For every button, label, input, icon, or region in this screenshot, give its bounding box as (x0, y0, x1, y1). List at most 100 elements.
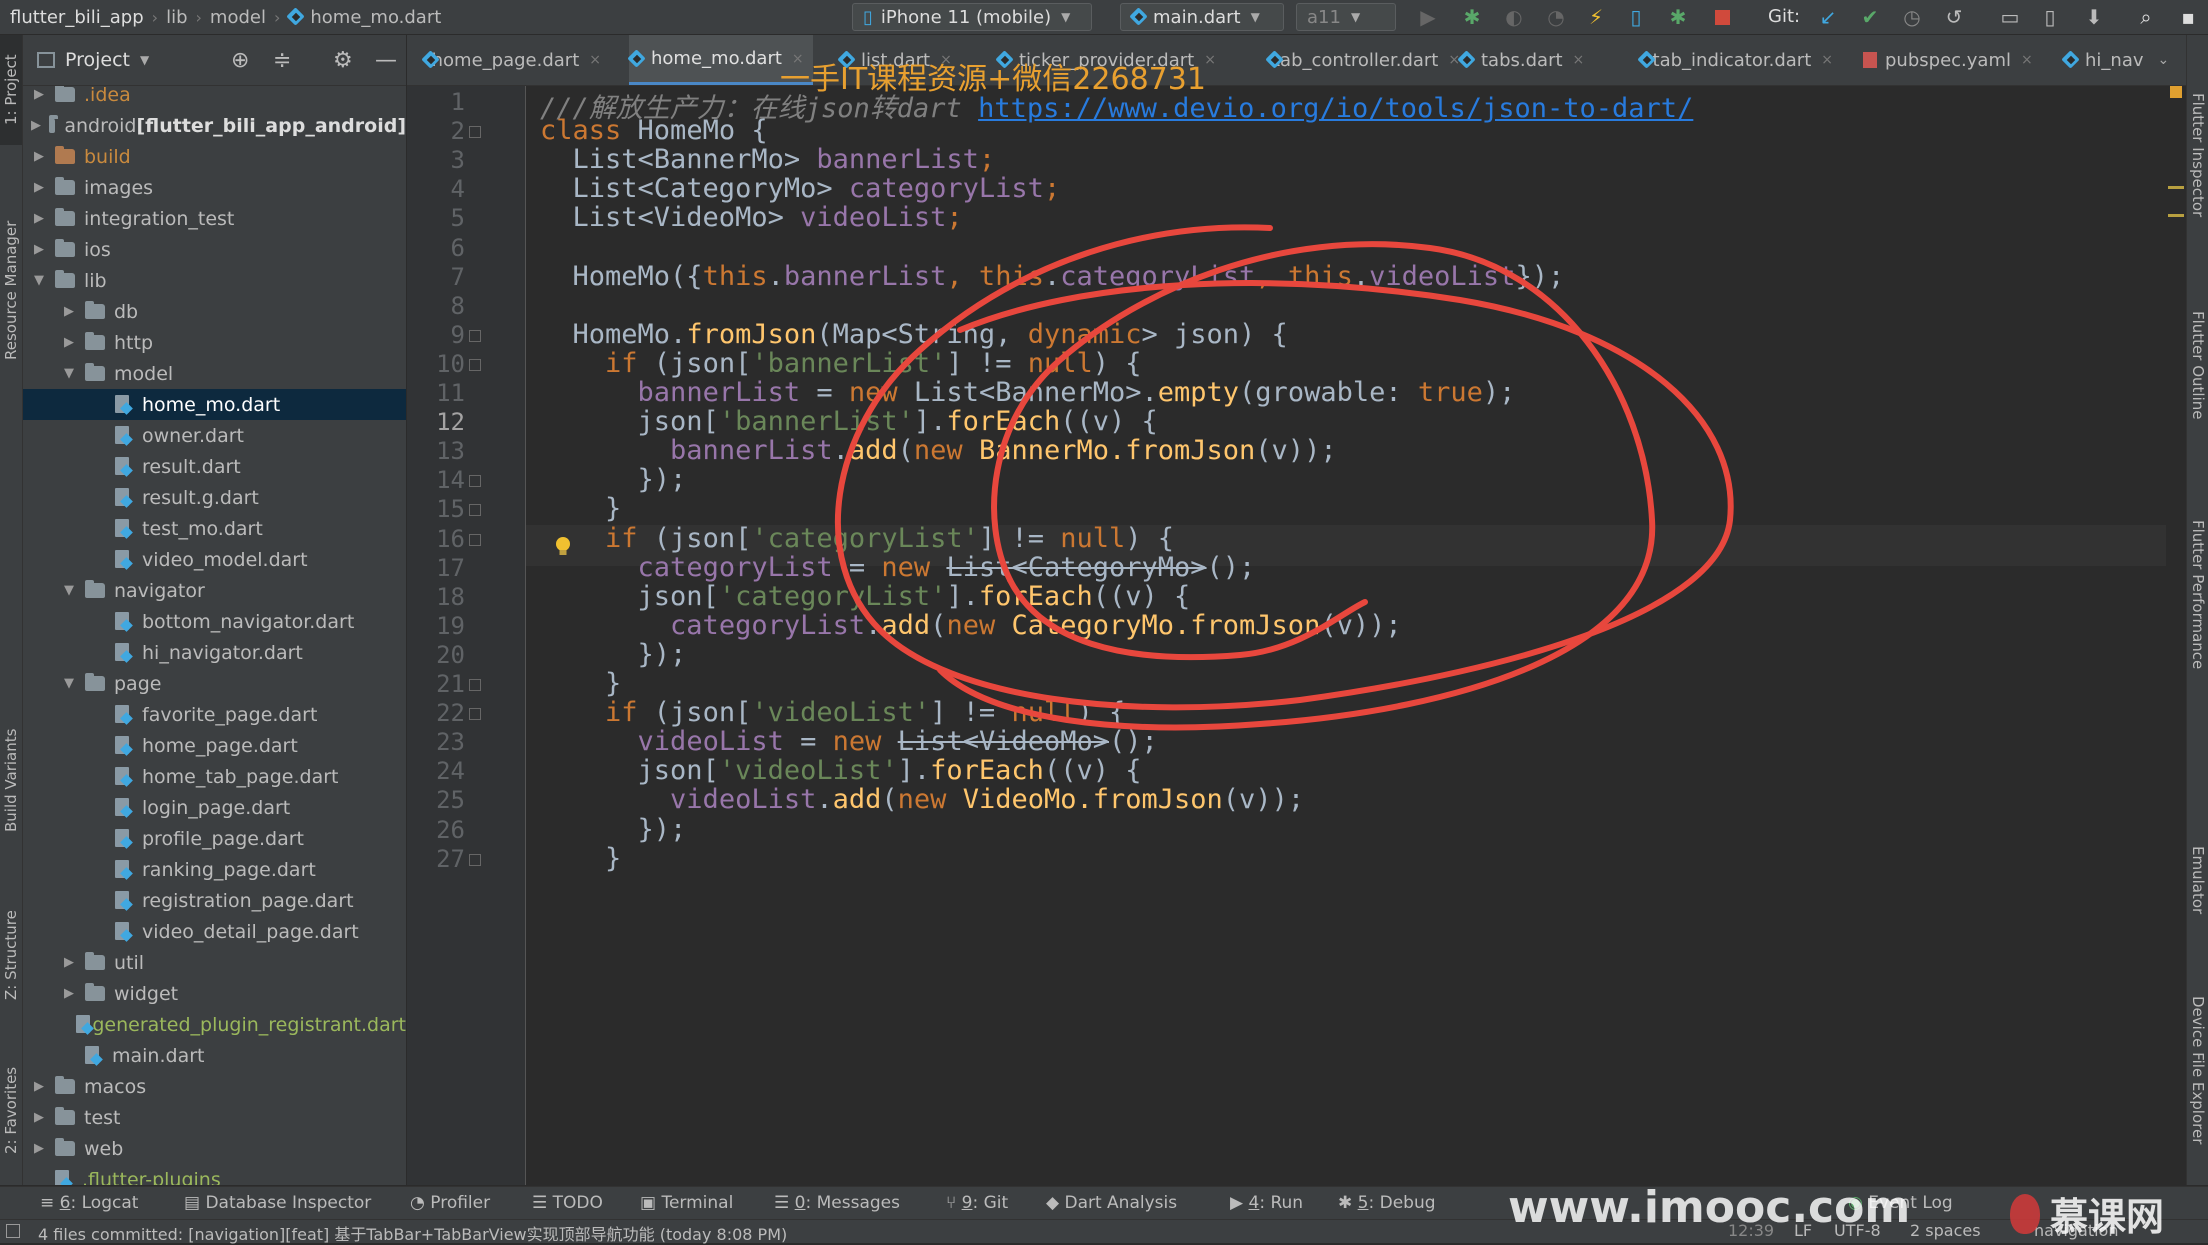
chevron-right-icon[interactable]: ▶ (31, 149, 47, 164)
line-number[interactable]: 3 (407, 146, 465, 174)
tree-folder[interactable]: ▶ http (23, 327, 406, 358)
chevron-down-icon[interactable]: ▼ (61, 366, 77, 381)
tree-folder[interactable]: ▶ ios (23, 234, 406, 265)
hide-panel-icon[interactable]: — (375, 48, 397, 73)
chevron-right-icon[interactable]: ▶ (31, 1079, 47, 1094)
tree-file[interactable]: video_model.dart (23, 544, 406, 575)
editor-tab[interactable]: hi_nav ⌄ (2063, 35, 2186, 85)
tree-folder[interactable]: ▶ web (23, 1133, 406, 1164)
project-panel-title[interactable]: Project (65, 49, 130, 71)
line-number[interactable]: 4 (407, 175, 465, 203)
scrollbar[interactable] (2166, 86, 2186, 1185)
code-editor[interactable]: ///解放生产力：在线json转dart https://www.devio.o… (526, 86, 2176, 1185)
tool-window-button[interactable]: ☰ 0: Messages (774, 1193, 900, 1213)
tree-folder[interactable]: ▶ images (23, 172, 406, 203)
chevron-down-icon[interactable]: ▼ (31, 273, 47, 288)
breadcrumb-file[interactable]: home_mo.dart (282, 7, 447, 28)
tree-file[interactable]: ranking_page.dart (23, 854, 406, 885)
line-number[interactable]: 25 (407, 786, 465, 814)
rollback-icon[interactable]: ↺ (1942, 5, 1966, 29)
code-line[interactable]: HomeMo.fromJson(Map<String, dynamic> jso… (540, 319, 1288, 350)
chevron-down-icon[interactable]: ▼ (140, 53, 149, 67)
hot-restart-icon[interactable]: ▯ (1624, 5, 1648, 29)
tool-window-emulator[interactable]: Emulator (2187, 815, 2208, 945)
debug-icon[interactable]: ✱ (1460, 5, 1484, 29)
tool-window-button[interactable]: ⑂ 9: Git (946, 1193, 1008, 1213)
line-number[interactable]: 8 (407, 292, 465, 320)
code-line[interactable]: categoryList = new List<CategoryMo>(); (540, 552, 1256, 583)
tool-window-button[interactable]: ◔ Profiler (410, 1193, 490, 1213)
code-line[interactable]: } (540, 668, 621, 699)
line-number[interactable]: 11 (407, 379, 465, 407)
code-line[interactable]: List<VideoMo> videoList; (540, 202, 963, 233)
tree-file[interactable]: test_mo.dart (23, 513, 406, 544)
chevron-right-icon[interactable]: ▶ (61, 304, 77, 319)
line-number[interactable]: 23 (407, 728, 465, 756)
coverage-icon[interactable]: ◐ (1502, 5, 1526, 29)
editor-tab[interactable]: tab_indicator.dart × (1639, 35, 1833, 85)
line-number[interactable]: 13 (407, 437, 465, 465)
line-number[interactable]: 6 (407, 234, 465, 262)
chevron-right-icon[interactable]: ▶ (61, 955, 77, 970)
close-icon[interactable]: × (1821, 52, 1833, 68)
tool-window-flutter-outline[interactable]: Flutter Outline (2187, 265, 2208, 465)
tree-file[interactable]: bottom_navigator.dart (23, 606, 406, 637)
code-line[interactable]: }); (540, 464, 687, 495)
chevron-right-icon[interactable]: ▶ (61, 986, 77, 1001)
tree-folder[interactable]: ▼ model (23, 358, 406, 389)
tree-file[interactable]: video_detail_page.dart (23, 916, 406, 947)
locate-icon[interactable]: ⊕ (231, 48, 249, 73)
status-indicator-icon[interactable] (6, 1224, 20, 1238)
code-line[interactable]: videoList.add(new VideoMo.fromJson(v)); (540, 784, 1304, 815)
code-line[interactable]: if (json['videoList'] != null) { (540, 697, 1125, 728)
line-number[interactable]: 5 (407, 204, 465, 232)
tree-folder[interactable]: ▶ android [flutter_bili_app_android] (23, 110, 406, 141)
line-number[interactable]: 2 (407, 117, 465, 145)
breadcrumb-lib[interactable]: lib (160, 7, 193, 28)
code-line[interactable]: }); (540, 639, 687, 670)
line-number[interactable]: 27 (407, 845, 465, 873)
run-icon[interactable]: ▶ (1416, 5, 1440, 29)
editor-tab[interactable]: home_page.dart × (423, 35, 601, 85)
lightbulb-icon[interactable] (554, 536, 572, 558)
line-number[interactable]: 15 (407, 495, 465, 523)
tree-file[interactable]: main.dart (23, 1040, 406, 1071)
line-number[interactable]: 24 (407, 757, 465, 785)
indent-setting[interactable]: 2 spaces (1910, 1221, 1981, 1240)
breadcrumb-project[interactable]: flutter_bili_app (0, 7, 150, 28)
tree-folder[interactable]: ▶ db (23, 296, 406, 327)
close-icon[interactable]: × (1204, 52, 1216, 68)
tool-window-flutter-performance[interactable]: Flutter Performance (2187, 475, 2208, 715)
line-number[interactable]: 12 (407, 408, 465, 436)
tool-window-button[interactable]: ▣ Terminal (640, 1193, 733, 1213)
run-config-selector[interactable]: main.dart ▼ (1120, 3, 1284, 31)
tool-window-button[interactable]: ▤ Database Inspector (184, 1193, 371, 1213)
code-line[interactable]: List<BannerMo> bannerList; (540, 144, 996, 175)
line-number[interactable]: 7 (407, 263, 465, 291)
code-line[interactable]: } (540, 843, 621, 874)
line-number[interactable]: 22 (407, 699, 465, 727)
tree-file[interactable]: login_page.dart (23, 792, 406, 823)
device-manager-icon[interactable]: ▯ (2038, 5, 2062, 29)
chevron-down-icon[interactable]: ▼ (61, 583, 77, 598)
hot-reload-icon[interactable]: ⚡ (1584, 5, 1608, 29)
code-line[interactable]: videoList = new List<VideoMo>(); (540, 726, 1158, 757)
line-number[interactable]: 21 (407, 670, 465, 698)
close-icon[interactable]: × (589, 52, 601, 68)
fold-marker-icon[interactable] (469, 126, 481, 139)
tree-file[interactable]: home_page.dart (23, 730, 406, 761)
tree-file[interactable]: home_tab_page.dart (23, 761, 406, 792)
tree-folder[interactable]: ▶ macos (23, 1071, 406, 1102)
tool-window-button[interactable]: ▶ 4: Run (1230, 1193, 1303, 1213)
tree-file[interactable]: home_mo.dart (23, 389, 406, 420)
line-number[interactable]: 18 (407, 583, 465, 611)
tree-file[interactable]: result.dart (23, 451, 406, 482)
editor-tab[interactable]: pubspec.yaml × (1863, 35, 2035, 85)
device-selector[interactable]: ▯ iPhone 11 (mobile) ▼ (852, 3, 1092, 31)
tree-folder[interactable]: ▶ widget (23, 978, 406, 1009)
chevron-right-icon[interactable]: ▶ (61, 335, 77, 350)
status-message[interactable]: 4 files committed: [navigation][feat] 基于… (38, 1221, 787, 1245)
fold-marker-icon[interactable] (469, 708, 481, 721)
chevron-right-icon[interactable]: ▶ (31, 87, 47, 102)
tool-window-favorites[interactable]: 2: Favorites (0, 1035, 22, 1185)
